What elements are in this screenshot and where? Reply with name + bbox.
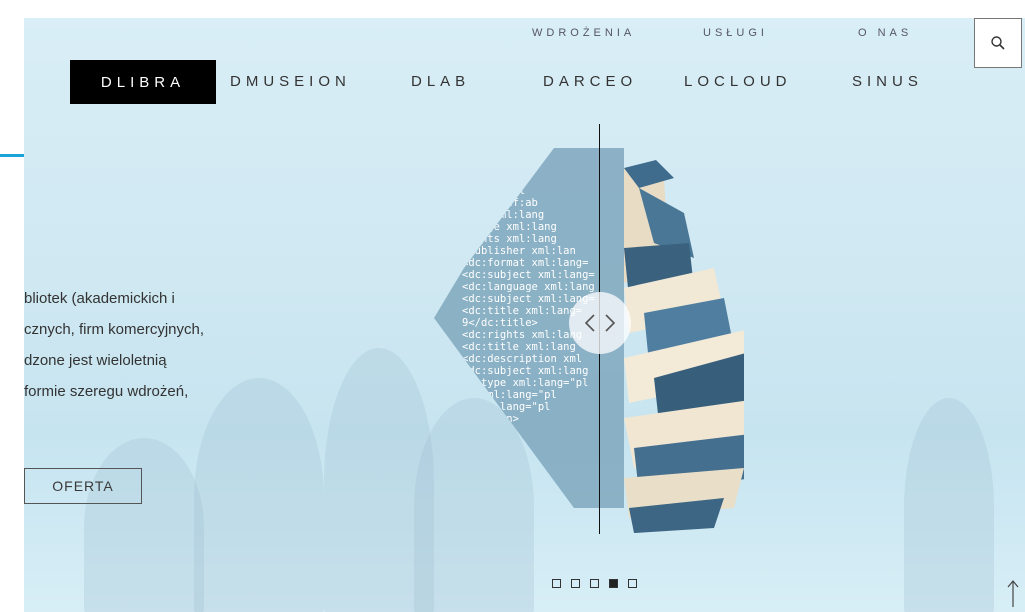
code-line: rdf:ab — [462, 485, 500, 497]
nav-locloud[interactable]: LOCLOUD — [684, 73, 792, 90]
chevron-right-icon[interactable] — [604, 313, 616, 333]
carousel-arrows — [569, 292, 631, 354]
nav-dlab[interactable]: DLAB — [411, 73, 470, 90]
top-nav-wdrozenia[interactable]: WDROŻENIA — [532, 27, 635, 39]
carousel-dot-active[interactable] — [609, 579, 618, 588]
nav-sinus[interactable]: SINUS — [852, 73, 923, 90]
code-line: dc:type xml:lang="pl — [462, 377, 588, 389]
arrow-up-icon[interactable] — [1006, 578, 1020, 608]
code-line: 9</dc:title> — [462, 317, 538, 329]
description-line: formie szeregu wdrożeń, — [24, 383, 189, 400]
nav-darceo[interactable]: DARCEO — [543, 73, 637, 90]
top-nav-o-nas[interactable]: O NAS — [858, 27, 912, 39]
code-line: ject xml:lang — [462, 209, 544, 221]
code-line: <dc:subject xml:lang — [462, 365, 588, 377]
code-line: ttp://purl — [462, 185, 525, 197]
carousel-dot[interactable] — [628, 579, 637, 588]
code-line: cription> — [462, 413, 519, 425]
carousel-dot[interactable] — [571, 579, 580, 588]
code-line: 1 — [462, 509, 468, 521]
code-line: ption rdf:ab — [462, 197, 538, 209]
top-nav-uslugi[interactable]: USŁUGI — [703, 27, 768, 39]
description-line: cznych, firm komercyjnych, — [24, 321, 205, 338]
description-line: dzone jest wieloletnią — [24, 352, 167, 369]
code-line: rights xml:lang — [462, 233, 557, 245]
accent-line — [0, 154, 24, 157]
code-line: http://www — [462, 461, 526, 473]
code-line: :1 — [462, 497, 475, 509]
carousel-dot[interactable] — [590, 579, 599, 588]
books-image — [624, 160, 744, 533]
code-line: ="1.0"?> — [462, 437, 513, 449]
code-line: <dc:title xml:lang= — [462, 305, 582, 317]
code-line: ttp://www — [462, 173, 520, 185]
search-button[interactable] — [974, 18, 1022, 68]
carousel-dot[interactable] — [552, 579, 561, 588]
carousel-pagination — [552, 579, 637, 588]
code-line: <dc:title xml:lang — [462, 341, 576, 353]
code-line: :publisher xml:lan — [462, 245, 576, 257]
code-line: <dc:rights xml:lang — [462, 329, 582, 341]
code-line: te xml:lang="pl — [462, 389, 557, 401]
code-line: ttp://purl — [462, 473, 525, 485]
code-line: nguage xml:lang — [462, 221, 557, 233]
page: ttp://www ttp://purl ption rdf:ab ject xml:… — [0, 0, 1025, 612]
hero-description: bliotek (akademickich i cznych, firm kom… — [24, 283, 284, 407]
nav-dmuseion[interactable]: DMUSEION — [230, 73, 351, 90]
code-line: <dc:subject xml:lang= — [462, 269, 595, 281]
code-line: <dc:format xml:lang= — [462, 257, 588, 269]
nav-dlibra-active[interactable]: DLIBRA — [70, 60, 216, 104]
description-line: bliotek (akademickich i — [24, 290, 175, 307]
offer-button[interactable]: OFERTA — [24, 468, 142, 504]
code-line: e xml:lang="pl — [462, 401, 551, 413]
chevron-left-icon[interactable] — [584, 313, 596, 333]
code-line: <dc:language xml:lang — [462, 281, 595, 293]
search-icon — [991, 36, 1005, 50]
code-line: <dc:description xml — [462, 353, 582, 365]
